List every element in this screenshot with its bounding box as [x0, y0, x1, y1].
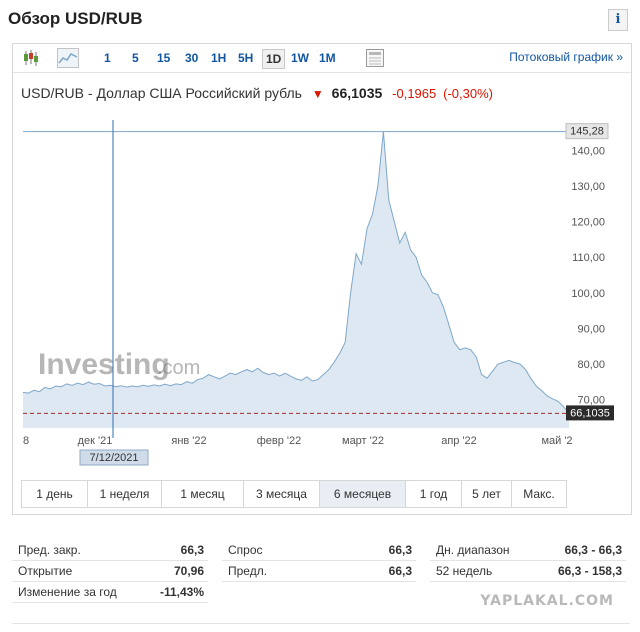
stat-bid: Спрос 66,3: [222, 540, 416, 561]
range-5y[interactable]: 5 лет: [462, 481, 512, 507]
high-price-badge: 145,28: [565, 123, 609, 140]
stat-52-week: 52 недель 66,3 - 158,3: [430, 561, 626, 582]
divider: [12, 623, 630, 624]
stat-value: 66,3 - 66,3: [564, 543, 622, 557]
stat-prev-close: Пред. закр. 66,3: [12, 540, 208, 561]
y-tick-label: 90,00: [577, 323, 605, 335]
y-tick-label: 110,00: [572, 252, 605, 264]
chart-widget: 1 5 15 30 1H 5H 1D 1W 1M Потоковый графи…: [12, 43, 632, 515]
investing-watermark: Investing .com: [38, 348, 200, 381]
x-tick-label: 8: [23, 435, 29, 447]
y-tick-label: 100,00: [571, 288, 605, 300]
x-tick-label: март '22: [342, 435, 384, 447]
range-selector: 1 день 1 неделя 1 месяц 3 месяца 6 месяц…: [21, 480, 567, 508]
y-axis: 70,00 80,00 90,00 100,00 110,00 120,00 130,00 1…: [571, 145, 605, 406]
range-max[interactable]: Макс.: [512, 481, 566, 507]
stat-label: Открытие: [18, 564, 73, 578]
info-icon[interactable]: i: [608, 9, 628, 31]
watermark-suffix: .com: [157, 357, 200, 379]
stat-label: Дн. диапазон: [436, 543, 510, 557]
x-tick-label: май '2: [541, 435, 572, 447]
y-tick-label: 130,00: [571, 181, 605, 193]
stat-day-range: Дн. диапазон 66,3 - 66,3: [430, 540, 626, 561]
price-area: [23, 131, 569, 428]
watermark-text: Investing: [38, 348, 170, 381]
x-axis: 8 дек '21 янв '22 февр '22 март '22 апр '22 ма…: [23, 435, 573, 447]
range-3m[interactable]: 3 месяца: [244, 481, 320, 507]
y-tick-label: 140,00: [571, 145, 605, 157]
x-tick-label: февр '22: [257, 435, 302, 447]
last-price-badge-text: 66,1035: [570, 407, 610, 419]
stat-value: 70,96: [173, 564, 204, 578]
stat-open: Открытие 70,96: [12, 561, 208, 582]
stat-value: 66,3 - 158,3: [557, 564, 622, 578]
stat-value: 66,3: [388, 564, 412, 578]
x-tick-label: дек '21: [78, 435, 113, 447]
stat-value: -11,43%: [159, 585, 204, 599]
x-tick-label: янв '22: [171, 435, 206, 447]
page-title: Обзор USD/RUB: [8, 9, 143, 28]
crosshair-date-badge-text: 7/12/2021: [90, 452, 139, 464]
y-tick-label: 80,00: [577, 359, 605, 371]
high-price-badge-text: 145,28: [570, 126, 604, 138]
stat-value: 66,3: [388, 543, 412, 557]
crosshair-date-badge: 7/12/2021: [79, 449, 149, 466]
stat-year-change: Изменение за год -11,43%: [12, 582, 208, 603]
range-1y[interactable]: 1 год: [406, 481, 462, 507]
stat-label: Изменение за год: [18, 585, 117, 599]
x-tick-label: апр '22: [441, 435, 477, 447]
stat-label: 52 недель: [436, 564, 493, 578]
range-1d[interactable]: 1 день: [22, 481, 88, 507]
last-price-badge: 66,1035: [566, 405, 614, 421]
stat-value: 66,3: [180, 543, 204, 557]
stat-label: Пред. закр.: [18, 543, 81, 557]
range-6m[interactable]: 6 месяцев: [320, 481, 406, 507]
range-1m[interactable]: 1 месяц: [162, 481, 244, 507]
site-watermark: YAPLAKAL.COM: [480, 593, 614, 609]
y-tick-label: 70,00: [577, 395, 605, 407]
range-1w[interactable]: 1 неделя: [88, 481, 162, 507]
stat-label: Предл.: [228, 564, 268, 578]
y-tick-label: 120,00: [571, 217, 605, 229]
price-chart[interactable]: Investing .com 70,00 80,00 90,00 100,00 110,…: [13, 44, 631, 480]
stat-ask: Предл. 66,3: [222, 561, 416, 582]
stat-label: Спрос: [228, 543, 263, 557]
